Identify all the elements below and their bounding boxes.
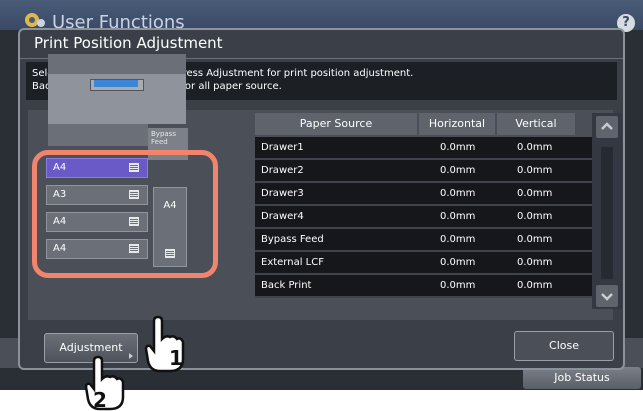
machine-scanner — [48, 54, 186, 74]
cell-horizontal: 0.0mm — [440, 257, 476, 268]
cell-horizontal: 0.0mm — [440, 188, 476, 199]
tray-label: A4 — [53, 243, 67, 254]
paper-icon — [129, 244, 139, 253]
tray-drawer2[interactable]: A3 — [46, 185, 148, 205]
scroll-down-button[interactable] — [596, 285, 618, 307]
cell-horizontal: 0.0mm — [440, 142, 476, 153]
cell-horizontal: 0.0mm — [440, 211, 476, 222]
paper-icon — [165, 249, 175, 258]
chevron-up-icon — [601, 122, 613, 130]
scroll-track[interactable] — [601, 147, 613, 279]
close-button[interactable]: Close — [514, 331, 614, 361]
header-vertical: Vertical — [497, 113, 575, 135]
cell-vertical: 0.0mm — [517, 188, 553, 199]
scroll-up-button[interactable] — [596, 116, 618, 138]
cell-vertical: 0.0mm — [517, 280, 553, 291]
tray-drawer3[interactable]: A4 — [46, 212, 148, 232]
tray-drawer4[interactable]: A4 — [46, 239, 148, 259]
cell-source: Drawer4 — [261, 211, 304, 222]
cell-vertical: 0.0mm — [517, 142, 553, 153]
job-status-button[interactable]: Job Status — [523, 367, 641, 389]
table-row[interactable]: Drawer4 0.0mm 0.0mm — [255, 206, 595, 229]
adjustment-label: Adjustment — [59, 341, 123, 354]
chevron-down-icon — [601, 293, 613, 301]
table-row[interactable]: Back Print 0.0mm 0.0mm — [255, 275, 595, 298]
cell-source: Drawer1 — [261, 142, 304, 153]
tray-bypass[interactable]: A4 — [153, 187, 187, 267]
bypass-tray-label: A4 — [163, 200, 177, 211]
tray-label: A4 — [53, 216, 67, 227]
bypass-label-line-2: Feed — [151, 138, 168, 146]
cell-vertical: 0.0mm — [517, 165, 553, 176]
cell-source: Drawer2 — [261, 165, 304, 176]
dialog-title: Print Position Adjustment — [34, 34, 223, 52]
cell-vertical: 0.0mm — [517, 234, 553, 245]
cell-source: Back Print — [261, 280, 312, 291]
paper-icon — [129, 217, 139, 226]
paper-icon — [129, 190, 139, 199]
header-paper-source: Paper Source — [255, 113, 417, 135]
table-scrollbar[interactable] — [592, 113, 622, 309]
table-row[interactable]: Drawer1 0.0mm 0.0mm — [255, 137, 595, 160]
machine-screen — [94, 80, 138, 87]
cell-horizontal: 0.0mm — [440, 280, 476, 291]
paper-icon — [129, 163, 139, 172]
hand-pointer-icon: 1 — [144, 315, 185, 373]
tray-drawer1[interactable]: A4 — [46, 158, 148, 178]
cell-vertical: 0.0mm — [517, 211, 553, 222]
close-label: Close — [549, 339, 579, 352]
table-row[interactable]: Drawer3 0.0mm 0.0mm — [255, 183, 595, 206]
table-row[interactable]: Bypass Feed 0.0mm 0.0mm — [255, 229, 595, 252]
cell-vertical: 0.0mm — [517, 257, 553, 268]
cell-horizontal: 0.0mm — [440, 234, 476, 245]
gear-icon — [25, 13, 45, 27]
tray-label: A3 — [53, 189, 67, 200]
cell-horizontal: 0.0mm — [440, 165, 476, 176]
hand-pointer-icon: 2 — [84, 355, 125, 411]
machine-lower — [48, 124, 148, 146]
cell-source: Drawer3 — [261, 188, 304, 199]
step-1-label: 1 — [169, 346, 183, 370]
table-row[interactable]: External LCF 0.0mm 0.0mm — [255, 252, 595, 275]
cell-source: Bypass Feed — [261, 234, 324, 245]
step-2-label: 2 — [93, 388, 107, 411]
table-row[interactable]: Drawer2 0.0mm 0.0mm — [255, 160, 595, 183]
header-horizontal: Horizontal — [419, 113, 495, 135]
top-bar: User Functions ? — [0, 0, 643, 33]
bypass-label-line-1: Bypass — [151, 130, 176, 138]
tray-label: A4 — [53, 162, 67, 173]
cell-source: External LCF — [261, 257, 324, 268]
